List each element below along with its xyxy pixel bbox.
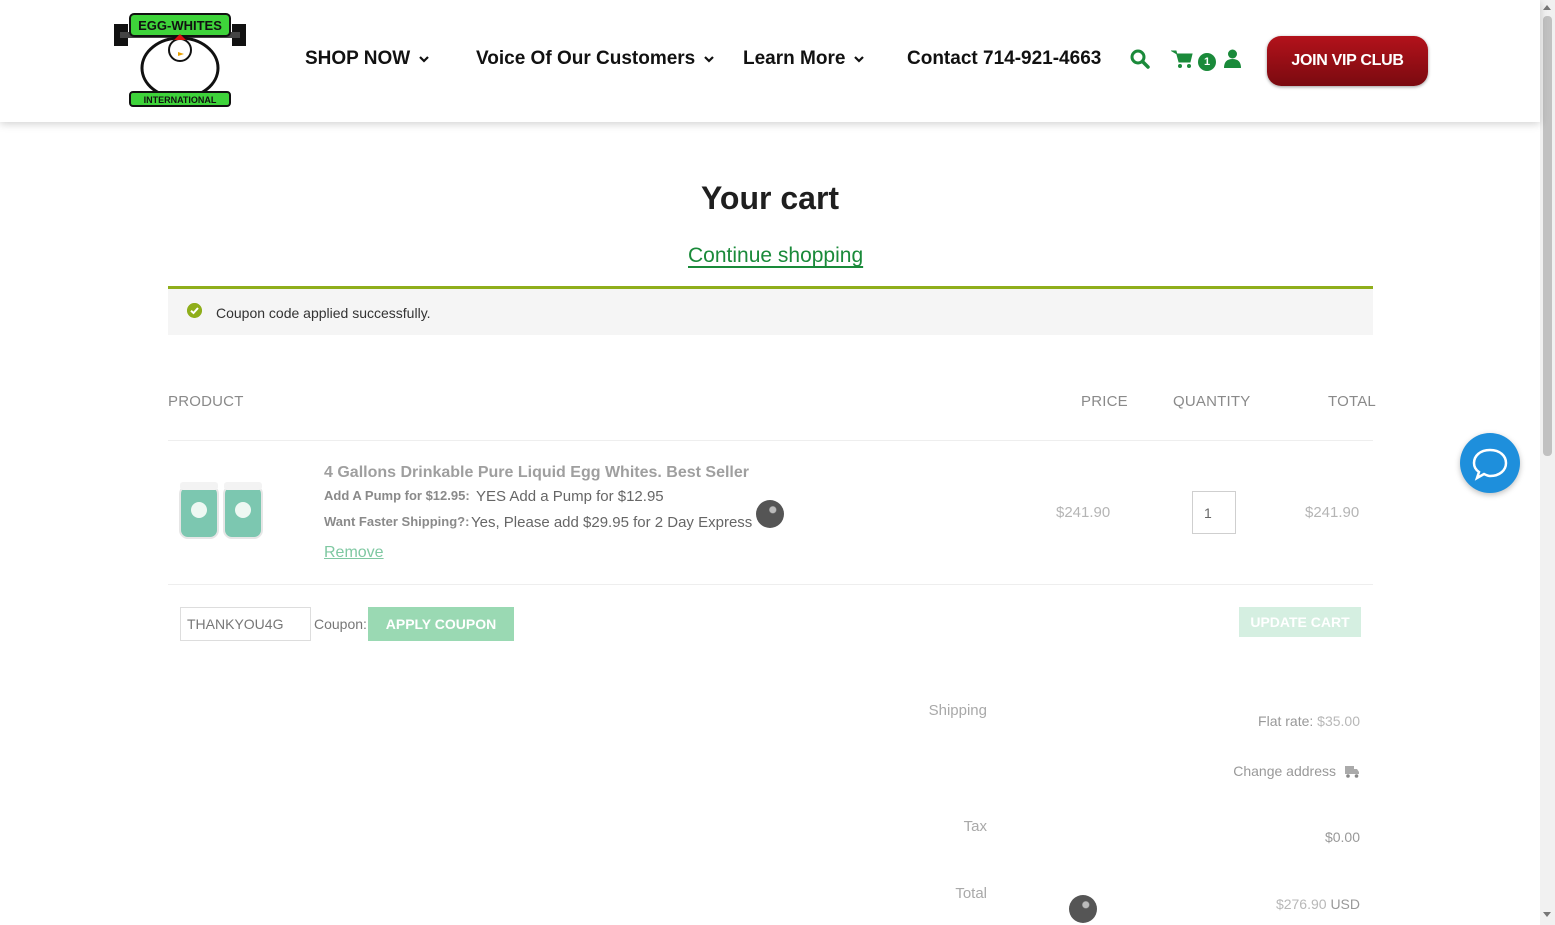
scroll-down-arrow-icon[interactable] [1543, 912, 1551, 917]
remove-item-link[interactable]: Remove [324, 544, 384, 562]
tax-label: Tax [963, 818, 987, 835]
column-header-price: PRICE [1081, 393, 1128, 410]
column-header-product: PRODUCT [168, 393, 244, 410]
nav-voice-of-customers[interactable]: Voice Of Our Customers [476, 48, 715, 70]
egg-whites-logo[interactable]: EGG-WHITES INTERNATIONAL [114, 10, 246, 112]
change-address-link[interactable]: Change address [1233, 763, 1360, 779]
apply-coupon-button[interactable]: APPLY COUPON [368, 607, 514, 641]
coupon-code-input[interactable] [180, 607, 311, 641]
notice-message: Coupon code applied successfully. [216, 305, 431, 321]
total-label: Total [955, 885, 987, 902]
divider [168, 584, 1373, 585]
chevron-down-icon [704, 56, 715, 63]
item-price: $241.90 [1056, 504, 1111, 521]
join-vip-club-button[interactable]: JOIN VIP CLUB [1267, 36, 1428, 86]
nav-contact-label: Contact 714-921-4663 [907, 48, 1102, 69]
logo-top-text: EGG-WHITES [138, 18, 222, 33]
loading-spinner-icon [1069, 895, 1097, 923]
nav-shop-now-label: SHOP NOW [305, 48, 411, 69]
scrollbar-thumb[interactable] [1543, 16, 1552, 456]
search-icon[interactable] [1130, 49, 1150, 69]
option-label-shipping: Want Faster Shipping?: [324, 514, 470, 529]
nav-learn-more-label: Learn More [743, 48, 846, 69]
item-total: $241.90 [1305, 504, 1360, 521]
chevron-down-icon [854, 56, 865, 63]
site-header: EGG-WHITES INTERNATIONAL SHOP NOW Voice … [0, 0, 1540, 122]
logo-bottom-text: INTERNATIONAL [144, 95, 217, 105]
product-name[interactable]: 4 Gallons Drinkable Pure Liquid Egg Whit… [324, 464, 749, 482]
nav-voice-label: Voice Of Our Customers [476, 48, 696, 69]
total-currency: USD [1330, 896, 1360, 912]
nav-shop-now[interactable]: SHOP NOW [305, 48, 430, 70]
truck-icon [1345, 766, 1359, 778]
option-value-shipping: Yes, Please add $29.95 for 2 Day Express [471, 514, 753, 531]
chat-bubble-icon [1472, 448, 1508, 481]
page-title: Your cart [700, 180, 840, 216]
divider [168, 440, 1373, 441]
order-total: $276.90 USD [1276, 896, 1360, 912]
coupon-label: Coupon: [314, 616, 367, 632]
update-cart-button[interactable]: UPDATE CART [1239, 607, 1361, 637]
option-value-pump: YES Add a Pump for $12.95 [476, 488, 664, 505]
column-header-quantity: QUANTITY [1173, 393, 1251, 410]
shipping-value: Flat rate: $35.00 [1258, 713, 1360, 729]
nav-contact[interactable]: Contact 714-921-4663 [907, 48, 1101, 70]
continue-shopping-link[interactable]: Continue shopping [688, 244, 863, 268]
page: EGG-WHITES INTERNATIONAL SHOP NOW Voice … [0, 0, 1555, 925]
cart-count-badge: 1 [1198, 53, 1216, 71]
quantity-input[interactable] [1192, 491, 1236, 534]
account-icon[interactable] [1224, 49, 1241, 69]
change-address-label: Change address [1233, 763, 1336, 779]
check-circle-icon [187, 303, 202, 318]
nav-learn-more[interactable]: Learn More [743, 48, 865, 70]
product-thumbnail[interactable] [176, 478, 268, 546]
shipping-method: Flat rate: [1258, 713, 1314, 729]
shipping-label: Shipping [928, 702, 987, 719]
option-label-pump: Add A Pump for $12.95: [324, 488, 470, 503]
loading-spinner-icon [756, 500, 784, 528]
chevron-down-icon [419, 56, 429, 63]
cart-icon[interactable] [1171, 49, 1193, 69]
scroll-up-arrow-icon[interactable] [1543, 5, 1551, 10]
column-header-total: TOTAL [1328, 393, 1376, 410]
page-scrollbar[interactable] [1540, 0, 1555, 925]
total-amount: $276.90 [1275, 896, 1327, 912]
shipping-amount: $35.00 [1317, 713, 1360, 729]
coupon-success-notice: Coupon code applied successfully. [168, 286, 1373, 335]
chat-widget-button[interactable] [1460, 433, 1520, 493]
tax-amount: $0.00 [1324, 829, 1360, 845]
